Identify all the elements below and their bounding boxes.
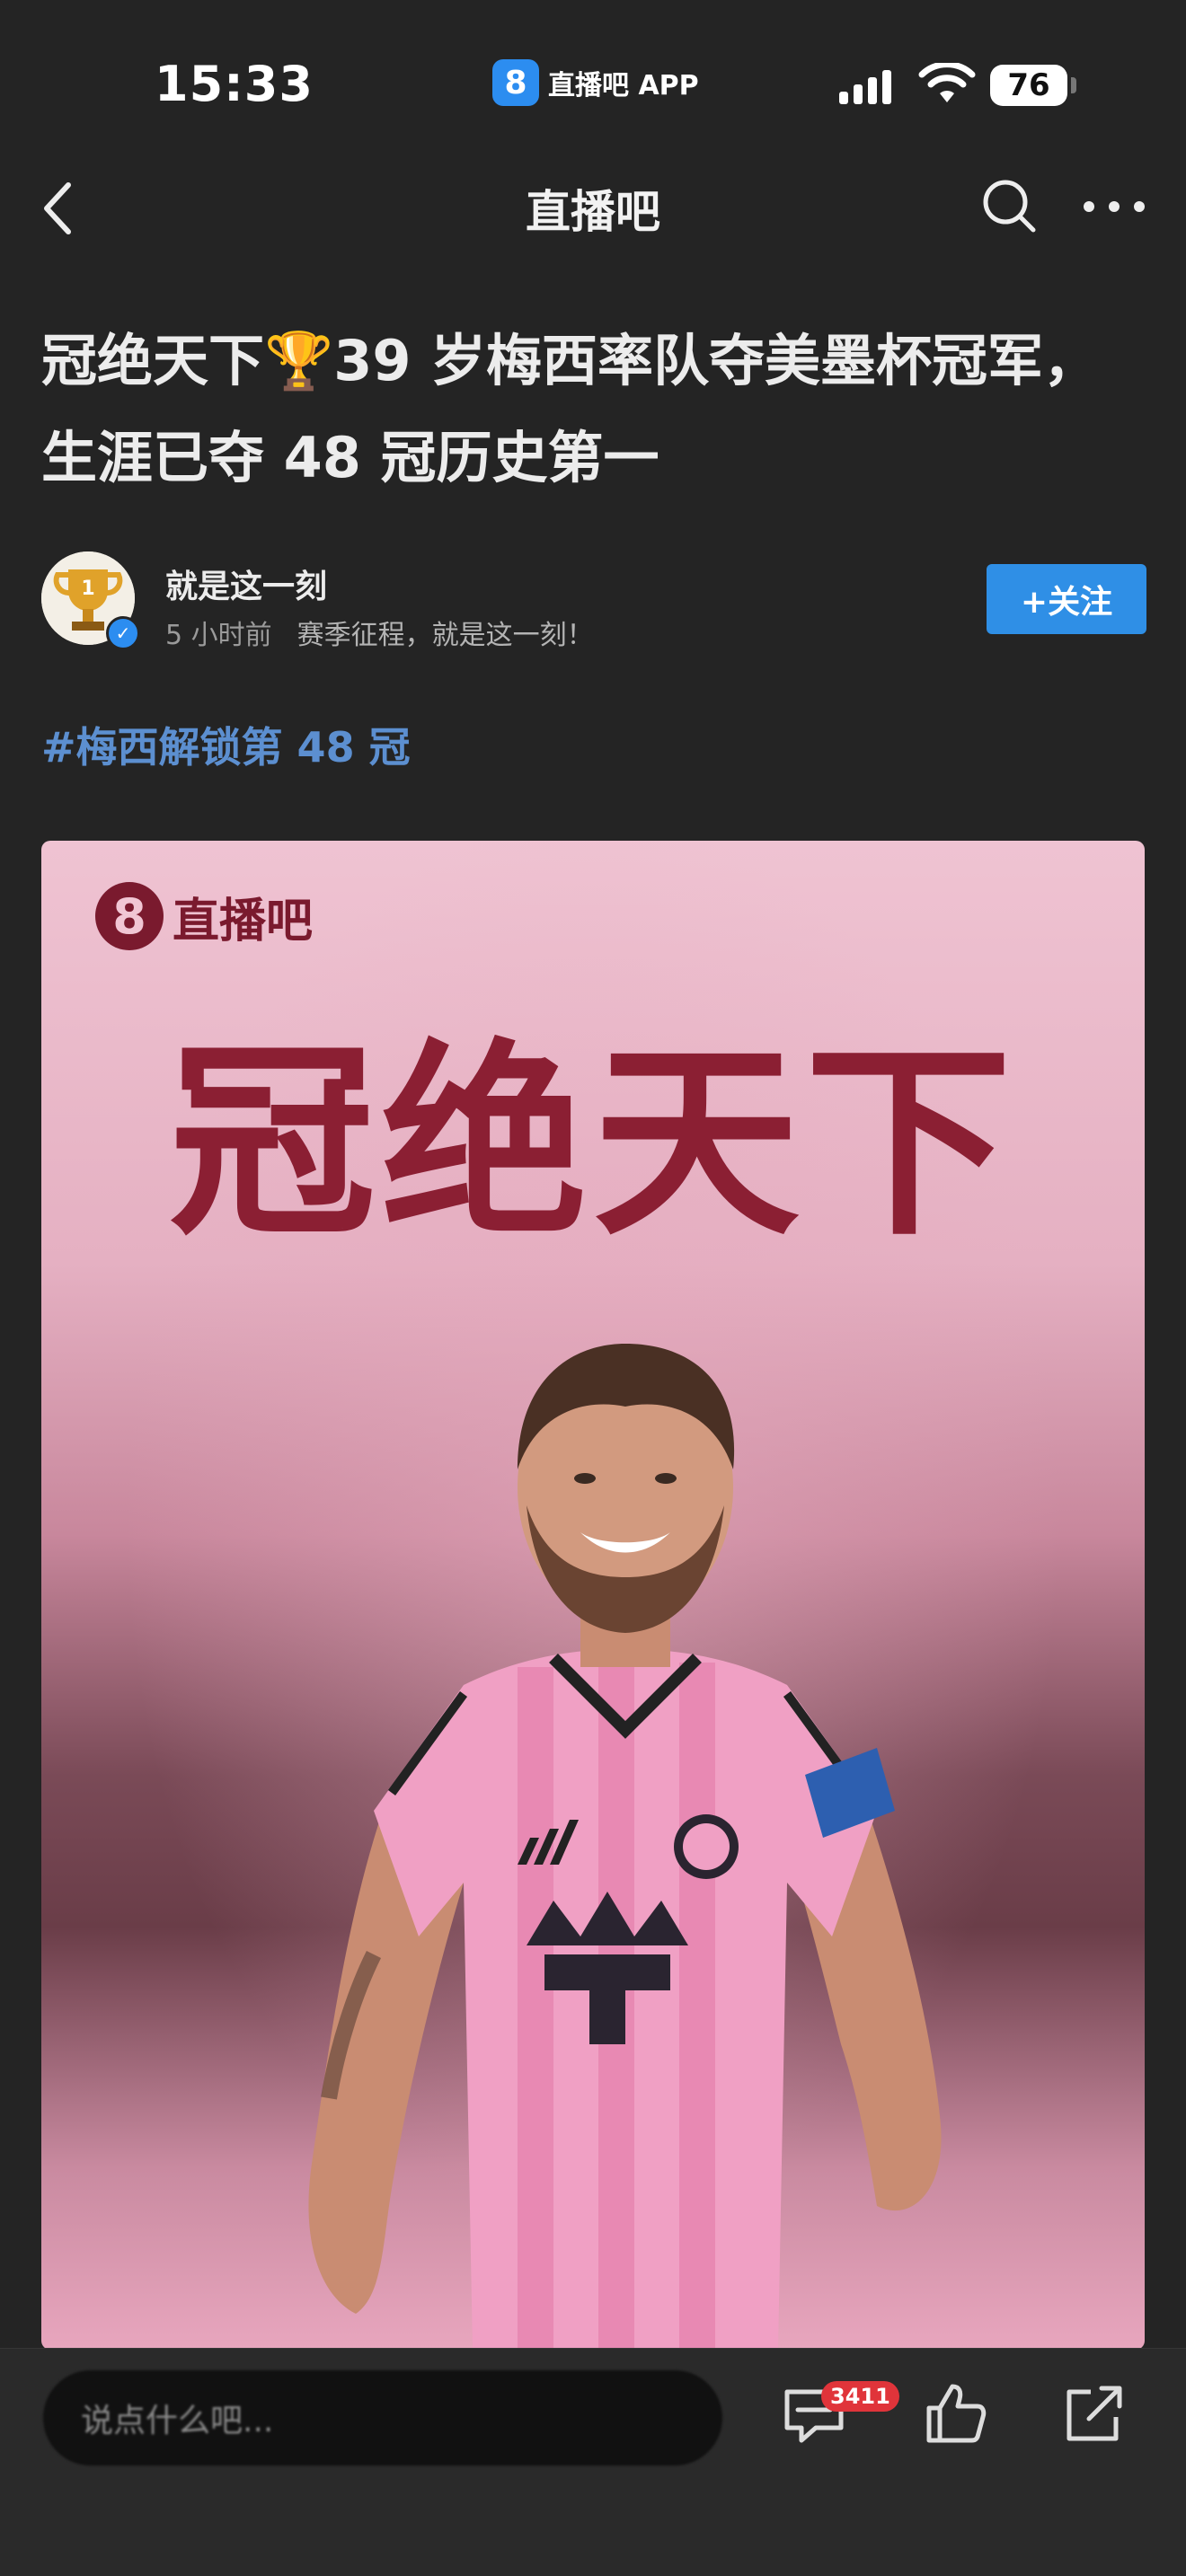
nav-bar: 直播吧	[0, 162, 1186, 251]
battery-indicator: 76	[990, 65, 1067, 106]
hashtag-link[interactable]: #梅西解锁第 48 冠	[41, 715, 411, 774]
author-description: 赛季征程，就是这一刻！	[296, 620, 594, 651]
article-page: 15:33 8 直播吧 APP 76 直播吧 冠绝天下🏆39 岁梅西率队夺美墨杯…	[0, 0, 1186, 2576]
share-icon[interactable]	[1060, 2379, 1128, 2448]
author-name[interactable]: 就是这一刻	[165, 560, 327, 607]
status-app-name: 直播吧 APP	[548, 70, 699, 101]
player-illustration	[308, 1344, 942, 2350]
battery-tip	[1071, 77, 1076, 93]
author-meta: 5 小时前 赛季征程，就是这一刻！	[165, 613, 594, 652]
comment-input[interactable]: 说点什么吧...	[43, 2370, 722, 2466]
thumbs-up-icon[interactable]	[922, 2379, 990, 2448]
back-icon[interactable]	[32, 172, 86, 244]
post-time: 5 小时前	[165, 620, 272, 651]
poster-logo-text: 直播吧	[173, 894, 314, 948]
poster-logo: 8 直播吧	[95, 882, 313, 950]
follow-button[interactable]: +关注	[987, 564, 1146, 634]
status-time: 15:33	[155, 56, 314, 112]
search-icon[interactable]	[979, 176, 1039, 235]
poster-headline: 冠绝天下	[168, 1021, 1017, 1264]
author-row: 1 ✓ 就是这一刻 5 小时前 赛季征程，就是这一刻！ +关注	[41, 551, 1146, 652]
wifi-icon	[918, 63, 976, 102]
status-app-indicator[interactable]: 8 直播吧 APP	[492, 59, 699, 106]
svg-text:1: 1	[81, 578, 94, 600]
comment-count-badge: 3411	[821, 2381, 899, 2412]
verified-badge-icon: ✓	[106, 616, 140, 650]
bottom-action-bar: 说点什么吧... 3411	[0, 2348, 1186, 2576]
more-dots-icon[interactable]	[1078, 176, 1150, 235]
cellular-signal-icon	[839, 68, 891, 104]
poster-logo-badge-icon: 8	[95, 882, 164, 950]
app-logo-icon: 8	[492, 59, 539, 106]
article-title: 冠绝天下🏆39 岁梅西率队夺美墨杯冠军，生涯已夺 48 冠历史第一	[41, 328, 1100, 490]
status-bar: 15:33 8 直播吧 APP 76	[0, 0, 1186, 135]
article-poster-image[interactable]: 8 直播吧 冠绝天下	[41, 841, 1145, 2350]
